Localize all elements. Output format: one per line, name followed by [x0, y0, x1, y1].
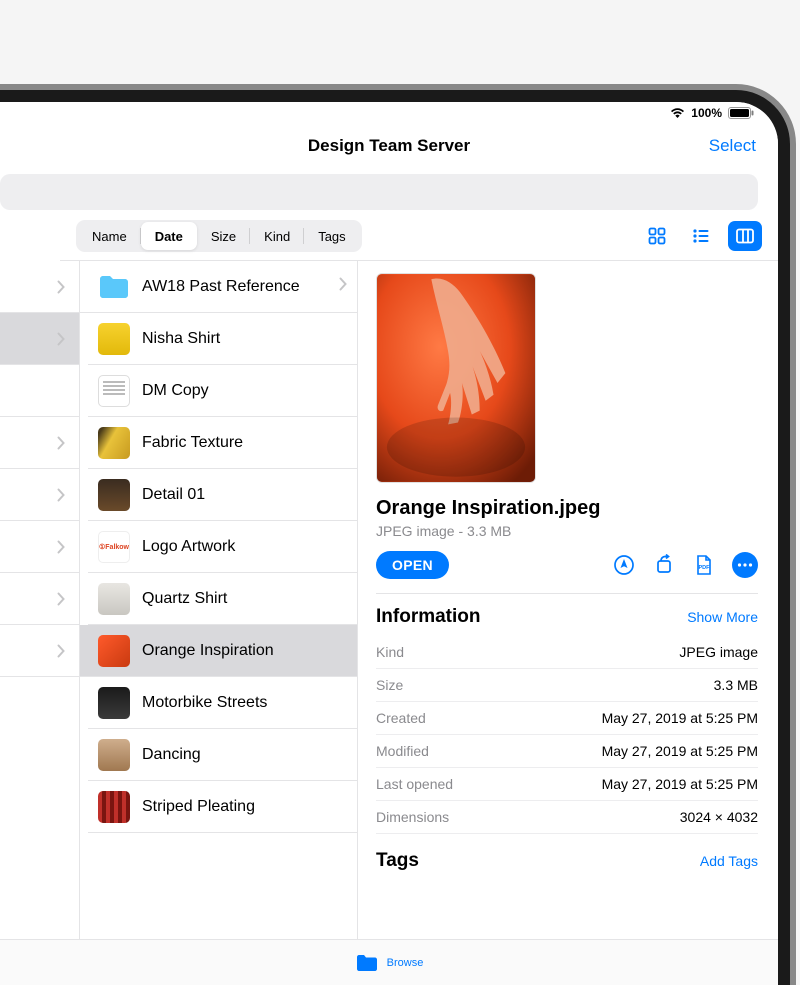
- parent-row[interactable]: [0, 261, 79, 313]
- info-key: Last opened: [376, 776, 453, 792]
- file-thumbnail: ①Falkow: [98, 531, 130, 563]
- file-thumbnail: [98, 427, 130, 459]
- file-row[interactable]: Striped Pleating: [88, 781, 357, 833]
- file-label: Nisha Shirt: [142, 330, 220, 348]
- column-detail: Orange Inspiration.jpeg JPEG image - 3.3…: [358, 261, 778, 939]
- info-key: Created: [376, 710, 426, 726]
- file-preview: [376, 273, 536, 483]
- more-button[interactable]: [732, 552, 758, 578]
- sort-size[interactable]: Size: [197, 222, 250, 250]
- file-row[interactable]: Dancing: [88, 729, 357, 781]
- info-value: May 27, 2019 at 5:25 PM: [602, 776, 758, 792]
- file-row[interactable]: AW18 Past Reference: [80, 261, 357, 313]
- battery-percent: 100%: [691, 106, 722, 120]
- add-tags-button[interactable]: Add Tags: [700, 853, 758, 869]
- file-label: Orange Inspiration: [142, 642, 274, 660]
- bottom-tab-bar: Browse: [0, 939, 778, 985]
- parent-row[interactable]: [0, 573, 79, 625]
- info-value: May 27, 2019 at 5:25 PM: [602, 710, 758, 726]
- info-row: Dimensions 3024 × 4032: [376, 801, 758, 834]
- file-thumbnail: [98, 791, 130, 823]
- header: Design Team Server Select: [0, 124, 778, 168]
- svg-text:PDF: PDF: [699, 565, 711, 571]
- sort-kind[interactable]: Kind: [250, 222, 304, 250]
- file-row[interactable]: ①Falkow Logo Artwork: [88, 521, 357, 573]
- sort-tags[interactable]: Tags: [304, 222, 359, 250]
- info-key: Modified: [376, 743, 429, 759]
- file-subtitle: JPEG image - 3.3 MB: [376, 523, 758, 539]
- file-row[interactable]: Detail 01: [88, 469, 357, 521]
- file-label: Motorbike Streets: [142, 694, 267, 712]
- info-row: Modified May 27, 2019 at 5:25 PM: [376, 735, 758, 768]
- parent-row[interactable]: [0, 313, 79, 365]
- file-row[interactable]: Fabric Texture: [88, 417, 357, 469]
- file-thumbnail: [98, 635, 130, 667]
- info-value: May 27, 2019 at 5:25 PM: [602, 743, 758, 759]
- file-label: Dancing: [142, 746, 201, 764]
- parent-row[interactable]: [0, 625, 79, 677]
- column-files: AW18 Past Reference Nisha Shirt DM Copy Fab…: [80, 261, 358, 939]
- file-row[interactable]: Quartz Shirt: [88, 573, 357, 625]
- folder-icon: [98, 271, 130, 303]
- page-title: Design Team Server: [308, 136, 470, 156]
- browse-tab-label[interactable]: Browse: [387, 957, 424, 969]
- info-key: Dimensions: [376, 809, 449, 825]
- open-button[interactable]: OPEN: [376, 551, 449, 579]
- info-row: Kind JPEG image: [376, 636, 758, 669]
- file-name: Orange Inspiration.jpeg: [376, 497, 758, 520]
- column-parent: [0, 261, 80, 939]
- info-key: Size: [376, 677, 403, 693]
- file-label: Logo Artwork: [142, 538, 235, 556]
- file-label: AW18 Past Reference: [142, 278, 300, 296]
- file-label: Detail 01: [142, 486, 205, 504]
- rotate-icon[interactable]: [652, 553, 676, 577]
- pdf-icon[interactable]: PDF: [692, 553, 716, 577]
- parent-row[interactable]: [0, 417, 79, 469]
- view-grid-button[interactable]: [640, 221, 674, 251]
- info-row: Size 3.3 MB: [376, 669, 758, 702]
- file-thumbnail: [98, 479, 130, 511]
- sort-segment: NameDateSizeKindTags: [76, 220, 362, 252]
- parent-row[interactable]: [0, 521, 79, 573]
- folder-icon[interactable]: [355, 953, 379, 973]
- battery-icon: [728, 107, 754, 119]
- file-thumbnail: [98, 323, 130, 355]
- search-field[interactable]: [0, 174, 758, 210]
- info-value: JPEG image: [679, 644, 758, 660]
- info-row: Last opened May 27, 2019 at 5:25 PM: [376, 768, 758, 801]
- file-thumbnail: [98, 687, 130, 719]
- file-row[interactable]: Motorbike Streets: [88, 677, 357, 729]
- file-label: DM Copy: [142, 382, 209, 400]
- info-value: 3.3 MB: [714, 677, 758, 693]
- status-bar: 100%: [0, 102, 778, 124]
- file-label: Striped Pleating: [142, 798, 255, 816]
- info-key: Kind: [376, 644, 404, 660]
- info-row: Created May 27, 2019 at 5:25 PM: [376, 702, 758, 735]
- info-value: 3024 × 4032: [680, 809, 758, 825]
- view-list-button[interactable]: [684, 221, 718, 251]
- chevron-right-icon: [339, 277, 347, 296]
- file-thumbnail: [98, 375, 130, 407]
- file-label: Quartz Shirt: [142, 590, 227, 608]
- file-thumbnail: [98, 739, 130, 771]
- tags-heading: Tags: [376, 850, 419, 872]
- wifi-icon: [670, 107, 685, 119]
- file-row[interactable]: Nisha Shirt: [88, 313, 357, 365]
- show-more-button[interactable]: Show More: [687, 609, 758, 625]
- view-columns-button[interactable]: [728, 221, 762, 251]
- sort-name[interactable]: Name: [78, 222, 141, 250]
- file-label: Fabric Texture: [142, 434, 243, 452]
- parent-row[interactable]: [0, 365, 79, 417]
- markup-icon[interactable]: [612, 553, 636, 577]
- info-heading: Information: [376, 606, 481, 628]
- file-row[interactable]: Orange Inspiration: [80, 625, 357, 677]
- file-thumbnail: [98, 583, 130, 615]
- sort-date[interactable]: Date: [141, 222, 197, 250]
- file-row[interactable]: DM Copy: [88, 365, 357, 417]
- parent-row[interactable]: [0, 469, 79, 521]
- select-button[interactable]: Select: [709, 136, 756, 156]
